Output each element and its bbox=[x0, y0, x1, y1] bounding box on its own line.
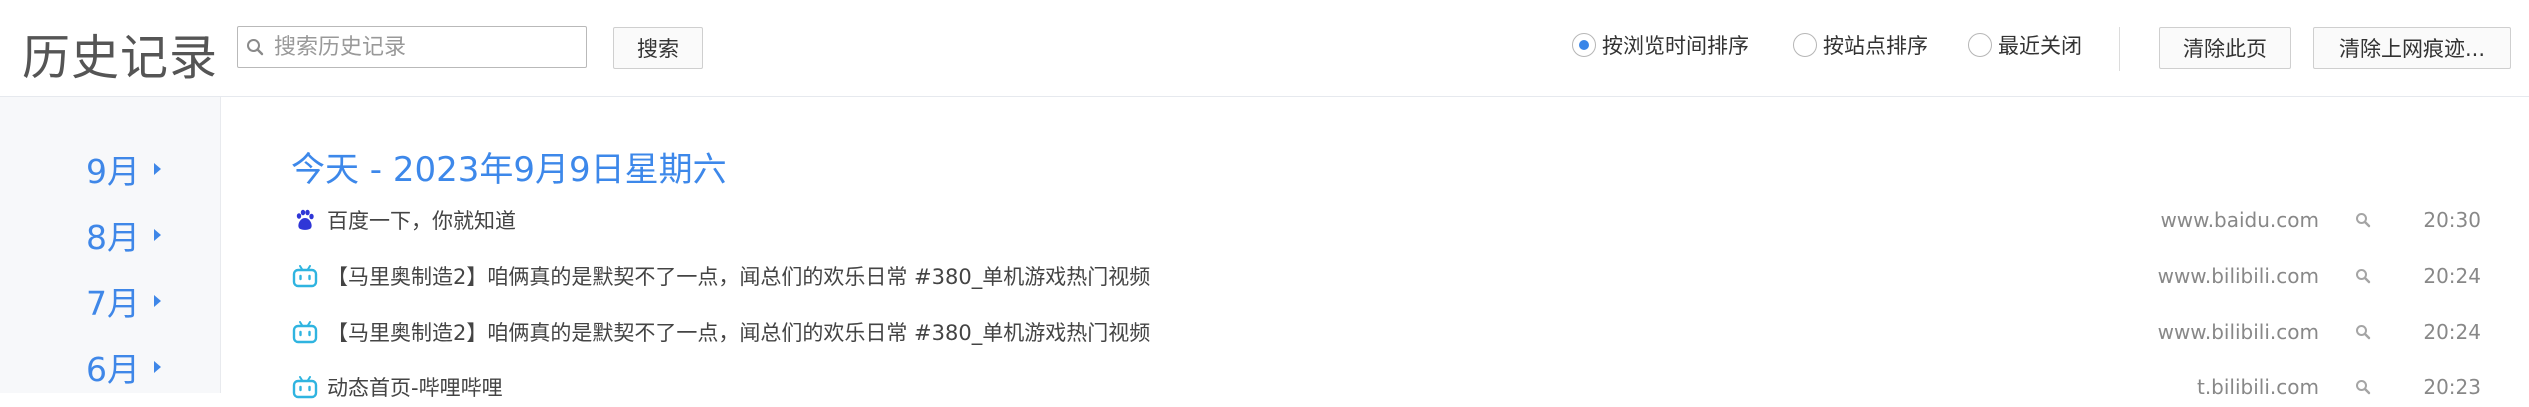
entry-title[interactable]: 动态首页-哔哩哔哩 bbox=[327, 372, 2481, 402]
search-input[interactable] bbox=[272, 27, 586, 67]
entry-domain: www.baidu.com bbox=[2160, 208, 2319, 232]
month-label: 6月 bbox=[86, 350, 140, 389]
recently-closed-label: 最近关闭 bbox=[1998, 34, 2082, 58]
search-button[interactable]: 搜索 bbox=[613, 27, 703, 69]
sort-by-site-radio[interactable]: 按站点排序 bbox=[1793, 30, 1928, 60]
entry-title[interactable]: 百度一下，你就知道 bbox=[327, 205, 2481, 235]
search-input-container[interactable] bbox=[237, 26, 587, 68]
entry-time: 20:23 bbox=[2423, 375, 2481, 399]
search-site-icon[interactable] bbox=[2353, 377, 2373, 397]
search-site-icon[interactable] bbox=[2353, 322, 2373, 342]
radio-selected-icon bbox=[1572, 33, 1596, 57]
entry-domain: www.bilibili.com bbox=[2157, 264, 2319, 288]
radio-unselected-icon bbox=[1968, 33, 1992, 57]
bilibili-icon bbox=[291, 262, 319, 290]
month-label: 8月 bbox=[86, 218, 140, 257]
search-icon bbox=[238, 27, 272, 67]
sidebar-item-sep[interactable]: 9月 bbox=[86, 145, 161, 193]
entry-domain: www.bilibili.com bbox=[2157, 320, 2319, 344]
sidebar-item-jul[interactable]: 7月 bbox=[86, 277, 161, 325]
radio-unselected-icon bbox=[1793, 33, 1817, 57]
entry-domain: t.bilibili.com bbox=[2196, 375, 2319, 399]
bilibili-icon bbox=[291, 373, 319, 401]
sort-by-site-label: 按站点排序 bbox=[1823, 34, 1928, 58]
page-title: 历史记录 bbox=[22, 30, 219, 86]
sidebar-item-aug[interactable]: 8月 bbox=[86, 211, 161, 259]
month-sidebar: 9月 8月 7月 6月 bbox=[0, 97, 221, 393]
bilibili-icon bbox=[291, 318, 319, 346]
history-entry[interactable]: 百度一下，你就知道 www.baidu.com 20:30 bbox=[291, 200, 2481, 240]
entry-time: 20:24 bbox=[2423, 320, 2481, 344]
caret-right-icon bbox=[154, 163, 161, 175]
history-entry[interactable]: 动态首页-哔哩哔哩 t.bilibili.com 20:23 bbox=[291, 367, 2481, 407]
clear-page-button[interactable]: 清除此页 bbox=[2159, 27, 2291, 69]
month-label: 9月 bbox=[86, 152, 140, 191]
history-entry[interactable]: 【马里奥制造2】咱俩真的是默契不了一点，闻总们的欢乐日常 #380_单机游戏热门… bbox=[291, 256, 2481, 296]
recently-closed-radio[interactable]: 最近关闭 bbox=[1968, 30, 2082, 60]
sort-by-time-radio[interactable]: 按浏览时间排序 bbox=[1572, 30, 1749, 60]
history-entry[interactable]: 【马里奥制造2】咱俩真的是默契不了一点，闻总们的欢乐日常 #380_单机游戏热门… bbox=[291, 312, 2481, 352]
month-label: 7月 bbox=[86, 284, 140, 323]
sort-by-time-label: 按浏览时间排序 bbox=[1602, 34, 1749, 58]
entry-time: 20:30 bbox=[2423, 208, 2481, 232]
toolbar: 历史记录 搜索 按浏览时间排序 按站点排序 最近关闭 清除此页 清除上网痕迹..… bbox=[0, 0, 2529, 97]
entry-time: 20:24 bbox=[2423, 264, 2481, 288]
caret-right-icon bbox=[154, 361, 161, 373]
toolbar-divider bbox=[2119, 27, 2120, 71]
caret-right-icon bbox=[154, 229, 161, 241]
search-site-icon[interactable] bbox=[2353, 266, 2373, 286]
date-heading: 今天 - 2023年9月9日星期六 bbox=[291, 150, 727, 190]
search-site-icon[interactable] bbox=[2353, 210, 2373, 230]
sidebar-item-jun[interactable]: 6月 bbox=[86, 343, 161, 391]
clear-traces-button[interactable]: 清除上网痕迹... bbox=[2313, 27, 2511, 69]
caret-right-icon bbox=[154, 295, 161, 307]
baidu-icon bbox=[291, 206, 319, 234]
